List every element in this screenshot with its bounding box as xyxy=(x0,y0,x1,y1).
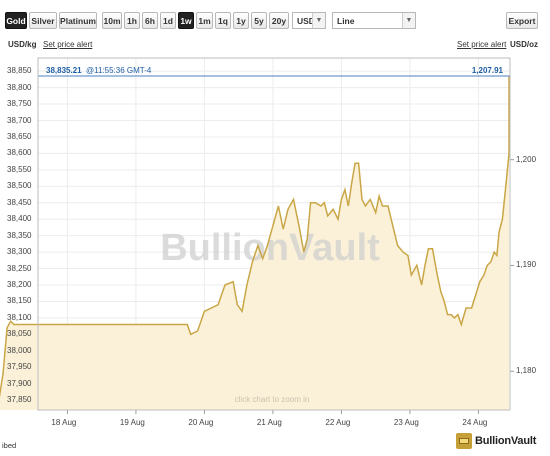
x-tick-label: 20 Aug xyxy=(188,418,214,427)
bullionvault-logo-link[interactable]: BullionVault xyxy=(456,433,536,449)
y-tick-label: 37,850 xyxy=(7,395,32,405)
y-tick-label: 38,050 xyxy=(7,329,32,339)
y-tick-label: 38,350 xyxy=(7,230,32,240)
current-price-kg: 38,835.21 xyxy=(46,66,82,75)
x-tick-label: 24 Aug xyxy=(462,418,488,427)
footnote-text: ibed xyxy=(2,441,17,450)
x-tick-label: 23 Aug xyxy=(393,418,419,427)
y-tick-label: 38,550 xyxy=(7,164,32,174)
y-tick-label: 38,150 xyxy=(7,296,32,306)
y-tick-label: 38,750 xyxy=(7,99,32,109)
y-tick-label: 38,100 xyxy=(7,312,32,322)
y-tick-label: 38,000 xyxy=(7,345,32,355)
zoom-hint: click chart to zoom in xyxy=(235,395,310,404)
x-tick-label: 19 Aug xyxy=(119,418,145,427)
y-tick-label: 38,500 xyxy=(7,181,32,191)
y-tick-label: 38,400 xyxy=(7,214,32,224)
y-tick-label: 38,600 xyxy=(7,148,32,158)
y-tick-label: 38,650 xyxy=(7,131,32,141)
x-tick-label: 18 Aug xyxy=(51,418,77,427)
y-tick-label: 37,900 xyxy=(7,378,32,388)
current-price-time: @11:55:36 GMT-4 xyxy=(86,66,152,75)
x-tick-label: 22 Aug xyxy=(325,418,351,427)
gold-bar-icon xyxy=(456,433,472,449)
y-tick-label: 38,700 xyxy=(7,115,32,125)
y-tick-label: 38,850 xyxy=(7,66,32,76)
y-tick-label: 38,250 xyxy=(7,263,32,273)
y-tick-label: 38,200 xyxy=(7,279,32,289)
y-right-tick-label: 1,200 xyxy=(516,154,537,164)
current-price-oz: 1,207.91 xyxy=(472,66,504,75)
y-tick-label: 38,800 xyxy=(7,82,32,92)
y-right-tick-label: 1,190 xyxy=(516,260,537,270)
price-chart[interactable]: BullionVault 38,835.21 @11:55:36 GMT-4 1… xyxy=(0,0,550,456)
y-right-tick-label: 1,180 xyxy=(516,366,537,376)
y-tick-label: 37,950 xyxy=(7,362,32,372)
y-tick-label: 38,450 xyxy=(7,197,32,207)
brand-name: BullionVault xyxy=(475,435,537,447)
y-tick-label: 38,300 xyxy=(7,247,32,257)
x-tick-label: 21 Aug xyxy=(256,418,282,427)
